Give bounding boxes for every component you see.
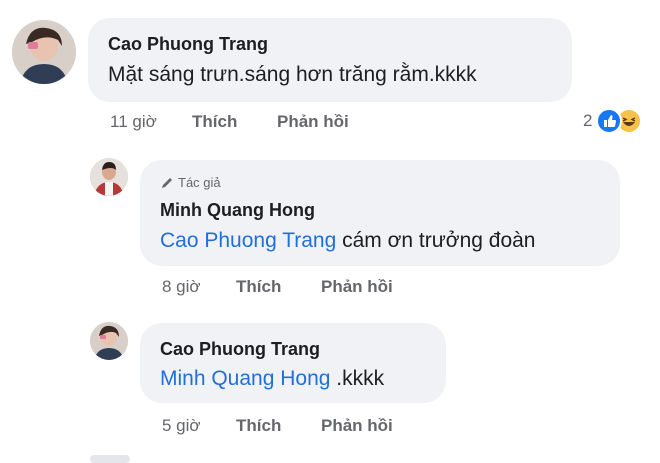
mention-link[interactable]: Minh Quang Hong: [160, 367, 330, 390]
comment-text-body: cám ơn trưởng đoàn: [336, 229, 536, 252]
comment-author[interactable]: Cao Phuong Trang: [108, 34, 268, 55]
comment-author[interactable]: Minh Quang Hong: [160, 200, 315, 221]
mention-link[interactable]: Cao Phuong Trang: [160, 229, 336, 252]
comment-text: Mặt sáng trưn.sáng hơn trăng rằm.kkkk: [108, 63, 477, 86]
reply-button[interactable]: Phản hồi: [277, 112, 349, 132]
author-badge-label: Tác giả: [178, 175, 221, 190]
like-button[interactable]: Thích: [192, 112, 237, 132]
avatar-photo-icon: [90, 322, 128, 360]
avatar[interactable]: [90, 158, 128, 196]
next-comment-edge: [90, 455, 130, 463]
avatar[interactable]: [90, 322, 128, 360]
comment-text: Minh Quang Hong .kkkk: [160, 367, 384, 391]
reaction-summary[interactable]: 2: [583, 108, 643, 134]
like-button[interactable]: Thích: [236, 416, 281, 436]
comment-time[interactable]: 11 giờ: [110, 112, 157, 132]
comment-author[interactable]: Cao Phuong Trang: [160, 339, 320, 360]
comment-time[interactable]: 8 giờ: [162, 277, 201, 297]
like-button[interactable]: Thích: [236, 277, 281, 297]
author-badge: Tác giả: [160, 175, 221, 190]
like-icon: [596, 108, 623, 134]
reply-button[interactable]: Phản hồi: [321, 416, 393, 436]
avatar[interactable]: [12, 20, 76, 84]
comment-text-body: .kkkk: [330, 367, 385, 390]
avatar-photo-icon: [90, 158, 128, 196]
reaction-count: 2: [583, 111, 593, 130]
comment-bubble: [140, 323, 446, 403]
comment-text: Cao Phuong Trang cám ơn trưởng đoàn: [160, 229, 536, 253]
comment-bubble: [88, 18, 572, 102]
reply-button[interactable]: Phản hồi: [321, 277, 393, 297]
avatar-photo-icon: [12, 20, 76, 84]
comment-time[interactable]: 5 giờ: [162, 416, 201, 436]
pencil-icon: [160, 176, 174, 190]
